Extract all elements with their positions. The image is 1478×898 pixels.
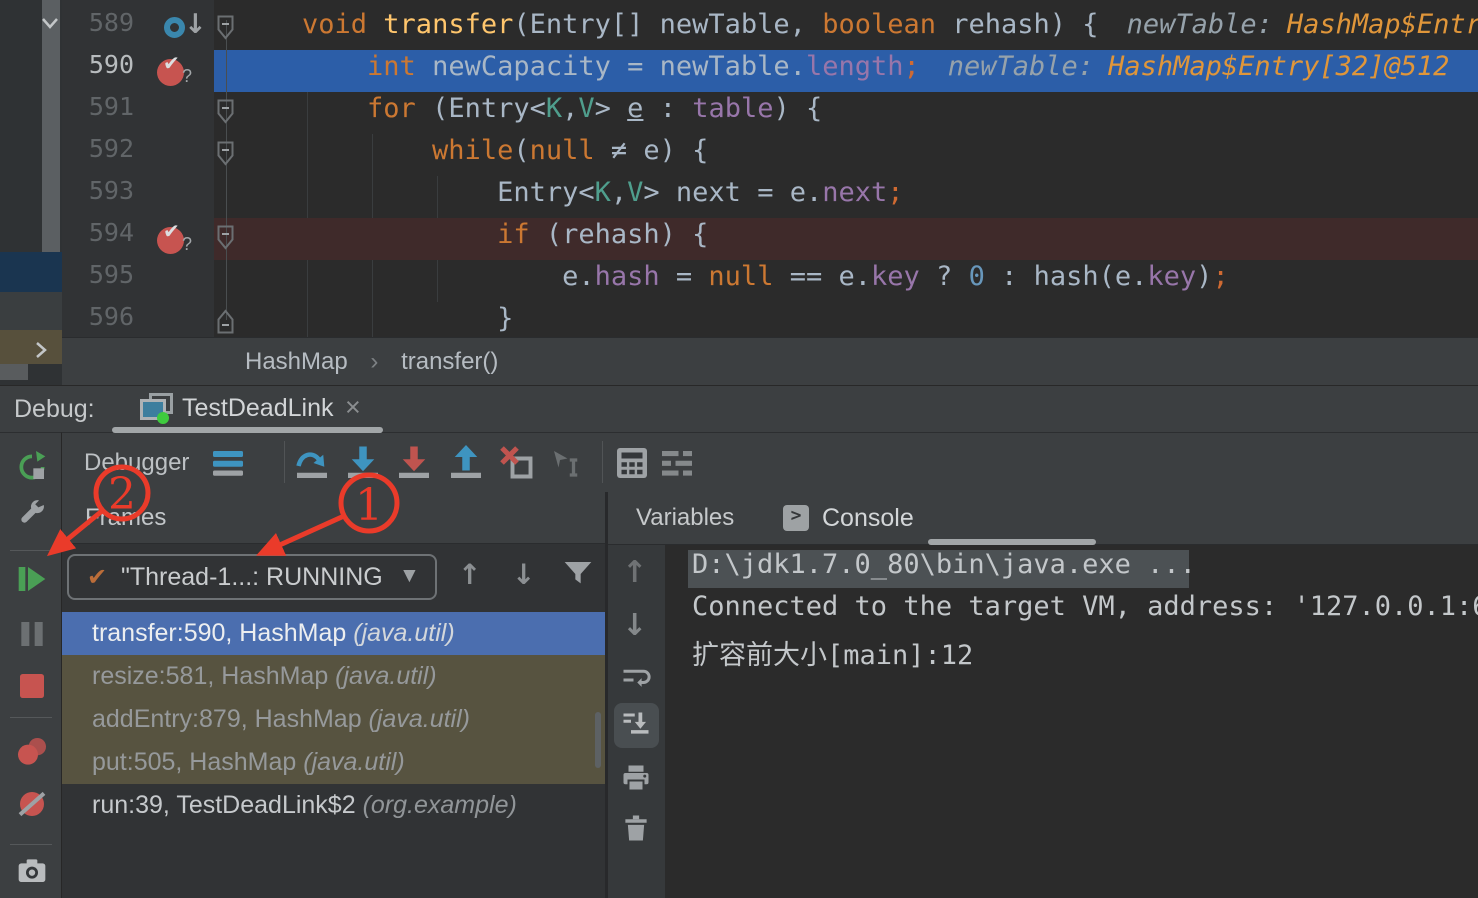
stop-icon[interactable] [16, 670, 48, 702]
code-line[interactable]: for (Entry<K,V> e : table) { [214, 92, 1478, 134]
code-line[interactable]: e.hash = null == e.key ? 0 : hash(e.key)… [214, 260, 1478, 302]
toolbar-separator [602, 441, 603, 483]
stack-frame-row[interactable]: put:505, HashMap (java.util) [62, 741, 605, 784]
mute-breakpoints-icon[interactable] [16, 788, 48, 820]
console-line: D:\jdk1.7.0_80\bin\java.exe ... [692, 549, 1478, 591]
frames-panel: transfer:590, HashMap (java.util)resize:… [62, 492, 605, 898]
running-indicator-dot [157, 412, 169, 424]
close-icon[interactable]: × [345, 392, 361, 423]
tab-console[interactable]: > Console [778, 492, 938, 545]
fold-marker-icon[interactable] [216, 141, 235, 166]
right-panel-tabs: Variables > Console [608, 492, 1478, 545]
stack-frames-list: transfer:590, HashMap (java.util)resize:… [62, 492, 605, 898]
stack-frame-row[interactable]: addEntry:879, HashMap (java.util) [62, 698, 605, 741]
toolbar-separator [10, 717, 52, 718]
rerun-icon[interactable] [16, 451, 48, 483]
print-icon[interactable] [621, 763, 651, 793]
console-icon: > [783, 505, 809, 531]
inline-hint-label: newTable: [1127, 9, 1273, 40]
chevron-down-icon: ▼ [399, 564, 420, 588]
toolbar-separator [10, 550, 52, 551]
fold-marker-icon[interactable] [216, 99, 235, 124]
inline-hint-value: HashMap$Entry[32]@512 [1287, 9, 1478, 40]
previous-frame-button[interactable]: ↑ [458, 558, 481, 591]
selected-tab-underline [112, 427, 383, 433]
code-line[interactable]: while(null ≠ e) { [214, 134, 1478, 176]
next-frame-button[interactable]: ↓ [512, 558, 535, 591]
debug-session-title: TestDeadLink [182, 394, 333, 423]
resume-icon[interactable] [16, 563, 48, 595]
camera-icon[interactable] [16, 854, 48, 886]
fold-marker-icon[interactable] [216, 309, 235, 334]
up-stack-trace-icon[interactable]: ↑ [622, 555, 647, 590]
fold-marker-icon[interactable] [216, 15, 235, 40]
debug-toolwindow-header: Debug: TestDeadLink × [0, 385, 1478, 432]
toolbar-separator [10, 844, 52, 845]
stack-frame-row[interactable]: transfer:590, HashMap (java.util) [62, 612, 605, 655]
tab-console-label: Console [822, 504, 914, 533]
code-line[interactable]: void transfer(Entry[] newTable, boolean … [214, 8, 1478, 50]
toolbar-separator [284, 441, 285, 483]
marker-block-small [0, 364, 28, 380]
pause-icon[interactable] [16, 618, 48, 650]
debug-session-tab[interactable]: TestDeadLink × [112, 386, 384, 433]
breadcrumb-class[interactable]: HashMap [245, 348, 348, 375]
run-to-cursor-icon[interactable] [551, 445, 587, 481]
debugger-tab-label[interactable]: Debugger [84, 449, 189, 477]
hide-frames-filter-icon[interactable] [562, 558, 594, 590]
threads-view-icon[interactable] [210, 445, 246, 481]
intellij-debug-window: void transfer(Entry[] newTable, boolean … [0, 0, 1478, 898]
scroll-to-end-icon[interactable] [621, 710, 651, 740]
tab-variables[interactable]: Variables [636, 504, 734, 532]
clear-console-icon[interactable] [621, 813, 651, 843]
left-panel-edge [0, 0, 62, 385]
stack-frame-row[interactable]: run:39, TestDeadLink$2 (org.example) [62, 784, 605, 827]
scrollbar-thumb[interactable] [42, 0, 60, 252]
drop-frame-icon[interactable] [499, 445, 535, 481]
frames-header: Frames [62, 492, 605, 544]
breadcrumb-method[interactable]: transfer() [401, 348, 498, 375]
breadcrumb-separator: › [370, 348, 378, 375]
thread-status-check-icon: ✔ [87, 563, 107, 591]
stack-frame-row[interactable]: resize:581, HashMap (java.util) [62, 655, 605, 698]
code-area[interactable]: void transfer(Entry[] newTable, boolean … [214, 0, 1478, 337]
fold-marker-icon[interactable] [216, 225, 235, 250]
console-line: Connected to the target VM, address: '12… [692, 591, 1478, 633]
layout-settings-icon[interactable] [659, 445, 695, 481]
wrench-icon[interactable] [16, 497, 48, 529]
evaluate-expression-icon[interactable] [614, 445, 650, 481]
debugger-toolbar: Debugger [62, 432, 1478, 492]
console-output[interactable]: D:\jdk1.7.0_80\bin\java.exe ...Connected… [665, 545, 1478, 898]
debug-left-toolbar [0, 432, 62, 898]
inline-hint-value: HashMap$Entry[32]@512 [1108, 51, 1449, 82]
thread-selector-value: "Thread-1...: RUNNING [121, 563, 383, 592]
console-toolbar: ↑ ↓ [608, 545, 665, 898]
breadcrumb: HashMap › transfer() [62, 337, 1478, 385]
debug-session-icon [140, 393, 174, 425]
code-editor[interactable]: void transfer(Entry[] newTable, boolean … [0, 0, 1478, 337]
step-out-icon[interactable] [448, 445, 484, 481]
chevron-right-icon[interactable] [32, 340, 50, 360]
soft-wrap-icon[interactable] [621, 665, 651, 695]
code-line[interactable]: int newCapacity = newTable.length;newTab… [214, 50, 1478, 92]
console-line: 扩容前大小[main]:12 [692, 633, 1478, 675]
code-line[interactable]: } [214, 302, 1478, 337]
inline-hint-label: newTable: [948, 51, 1094, 82]
debug-label: Debug: [14, 395, 95, 424]
frames-title: Frames [85, 504, 166, 532]
down-stack-trace-icon[interactable]: ↓ [622, 608, 647, 643]
step-over-icon[interactable] [294, 445, 330, 481]
code-line[interactable]: Entry<K,V> next = e.next; [214, 176, 1478, 218]
marker-block-olive [0, 330, 62, 364]
thread-selector-dropdown[interactable]: ✔ "Thread-1...: RUNNING ▼ [67, 554, 437, 600]
step-into-icon[interactable] [345, 445, 381, 481]
marker-block-navy [0, 252, 62, 292]
code-line[interactable]: if (rehash) { [214, 218, 1478, 260]
view-breakpoints-icon[interactable] [16, 736, 48, 768]
force-step-into-icon[interactable] [396, 445, 432, 481]
chevron-down-icon[interactable] [40, 14, 60, 32]
marker-block-gray [0, 292, 62, 330]
scrollbar-thumb[interactable] [595, 712, 601, 768]
